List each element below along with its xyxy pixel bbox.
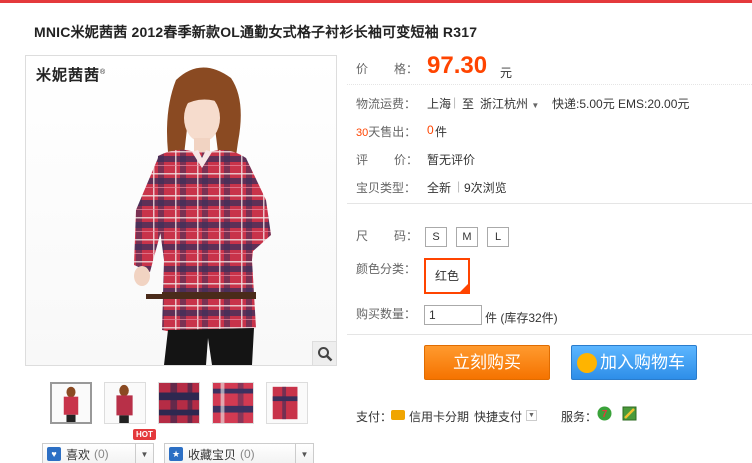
payment-dropdown-icon[interactable]: ▼ xyxy=(526,410,537,421)
thumbnail-3[interactable] xyxy=(158,382,200,424)
heart-icon: ♥ xyxy=(47,447,61,461)
credit-card-icon xyxy=(391,410,405,420)
like-button[interactable]: ♥ 喜欢 (0) ▼ xyxy=(42,443,154,463)
type-label: 宝贝类型： xyxy=(356,181,417,195)
thumbnail-1[interactable] xyxy=(50,382,92,424)
collect-count: (0) xyxy=(240,447,255,461)
like-label: 喜欢 xyxy=(66,447,91,462)
shipping-destination-select[interactable]: 浙江杭州 ▼ xyxy=(480,95,539,112)
size-option-m[interactable]: M xyxy=(456,227,478,247)
quick-pay-link[interactable]: 快捷支付 xyxy=(474,408,522,425)
like-count: (0) xyxy=(94,447,109,461)
rating-label: 评价： xyxy=(356,153,419,167)
thumbnail-2[interactable] xyxy=(104,382,146,424)
chevron-down-icon: ▼ xyxy=(531,101,540,110)
collect-button[interactable]: ★ 收藏宝贝 (0) ▼ xyxy=(164,443,314,463)
buy-now-button[interactable]: 立刻购买 xyxy=(424,345,550,380)
size-option-l[interactable]: L xyxy=(487,227,509,247)
separator: | xyxy=(453,95,457,109)
like-dropdown-icon[interactable]: ▼ xyxy=(135,444,153,463)
guarantee-icon[interactable] xyxy=(622,406,637,421)
separator: | xyxy=(457,179,461,193)
price-label: 价格： xyxy=(356,62,419,76)
selected-check-icon xyxy=(459,283,469,293)
type-value: 全新 xyxy=(427,181,452,195)
hot-badge: HOT xyxy=(133,429,156,440)
price-unit: 元 xyxy=(500,66,513,80)
collect-label: 收藏宝贝 xyxy=(188,447,237,462)
quantity-input[interactable] xyxy=(424,305,482,325)
collect-dropdown-icon[interactable]: ▼ xyxy=(295,444,313,463)
model-photo xyxy=(134,67,271,365)
color-label: 颜色分类： xyxy=(356,262,417,276)
sold-count: 0 xyxy=(427,123,434,137)
bookmark-icon: ★ xyxy=(169,447,183,461)
zoom-button[interactable] xyxy=(312,341,336,365)
magnifier-icon xyxy=(317,346,332,361)
svg-text:7: 7 xyxy=(602,409,608,420)
price-value: 97.30 xyxy=(427,52,488,79)
size-option-s[interactable]: S xyxy=(425,227,447,247)
cart-icon xyxy=(577,353,597,373)
quantity-label: 购买数量： xyxy=(356,307,417,321)
shipping-label: 物流运费： xyxy=(356,97,417,111)
thumbnail-4[interactable] xyxy=(212,382,254,424)
shipping-cost: 快递:5.00元 EMS:20.00元 xyxy=(552,97,690,111)
rating-link[interactable]: 暂无评价 xyxy=(427,151,475,168)
stock-info: 件 (库存32件) xyxy=(485,311,558,325)
shipping-from: 上海 xyxy=(427,97,452,111)
size-label: 尺码： xyxy=(356,229,419,243)
service-label: 服务： xyxy=(561,410,598,424)
view-count: 9次浏览 xyxy=(464,181,507,195)
sold-unit: 件 xyxy=(435,125,448,139)
favorite-bar: ♥ 喜欢 (0) ▼ ★ 收藏宝贝 (0) ▼ xyxy=(42,443,314,463)
top-rule xyxy=(0,0,752,6)
payment-label: 支付： xyxy=(356,410,393,424)
add-to-cart-button[interactable]: 加入购物车 xyxy=(571,345,697,380)
credit-installment-link[interactable]: 信用卡分期 xyxy=(409,408,469,425)
product-title: MNIC米妮茜茜 2012春季新款OL通勤女式格子衬衫长袖可变短袖 R317 xyxy=(34,24,478,40)
main-product-image[interactable]: 米妮茜茜® xyxy=(25,55,337,366)
thumbnail-5[interactable] xyxy=(266,382,308,424)
seven-day-return-icon[interactable]: 7 xyxy=(597,406,612,421)
brand-logo: 米妮茜茜® xyxy=(36,67,107,84)
divider xyxy=(347,84,752,85)
thumbnail-strip xyxy=(50,382,308,424)
sold-label: 30天售出： xyxy=(356,125,417,139)
color-option-red[interactable]: 红色 xyxy=(424,258,470,294)
shipping-to-sep: 至 xyxy=(462,97,475,111)
